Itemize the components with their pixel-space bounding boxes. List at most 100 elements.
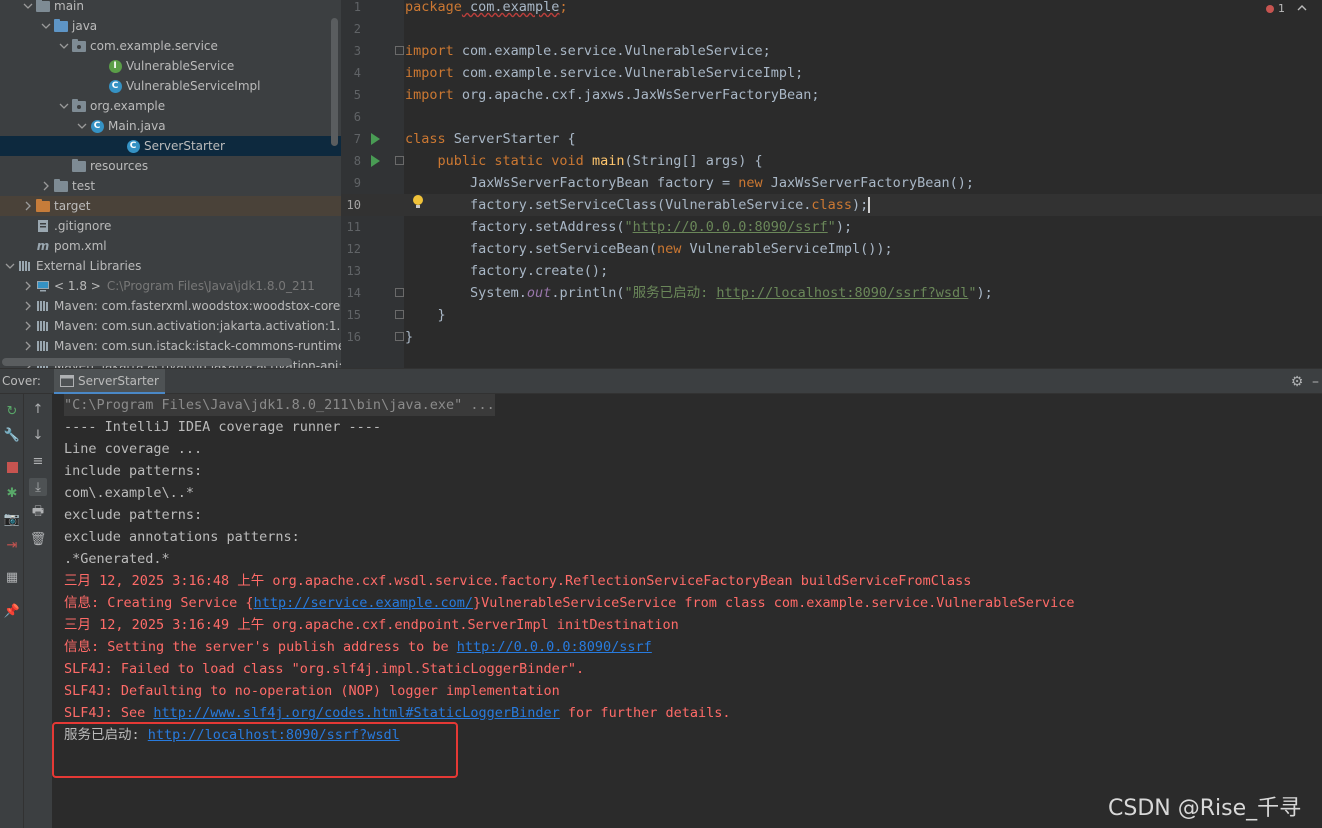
chevron-right-icon[interactable] [20, 341, 36, 351]
chevron-right-icon[interactable] [38, 181, 54, 191]
chevron-down-icon[interactable] [2, 262, 18, 270]
keyword: import [405, 65, 454, 81]
tree-item[interactable]: main [0, 0, 341, 16]
wrench-icon[interactable]: 🔧 [3, 426, 21, 444]
line-number: 12 [346, 242, 361, 256]
package-icon [72, 38, 86, 53]
tree-item[interactable]: resources [0, 156, 341, 176]
chevron-down-icon[interactable] [56, 42, 72, 50]
fold-end-icon[interactable] [395, 288, 404, 297]
fold-class-end-icon[interactable] [395, 332, 404, 341]
arrow-down-icon[interactable]: ↓ [29, 426, 47, 444]
chevron-right-icon[interactable] [20, 201, 36, 211]
keyword: import [405, 87, 454, 103]
line-number: 6 [353, 110, 361, 124]
gear-icon[interactable]: ⚙ [1288, 373, 1306, 391]
chevron-down-icon[interactable] [20, 2, 36, 10]
arrow-up-icon[interactable]: ↑ [29, 400, 47, 418]
stop-icon[interactable] [3, 458, 21, 476]
package-icon [72, 98, 86, 113]
tree-item-label: java [72, 19, 98, 33]
code-text: .println( [551, 285, 625, 301]
chevron-right-icon[interactable] [20, 301, 36, 311]
chevron-right-icon[interactable] [20, 321, 36, 331]
chevron-down-icon[interactable] [56, 102, 72, 110]
trash-icon[interactable]: 🗑 [29, 530, 47, 548]
string-url[interactable]: http://0.0.0.0:8090/ssrf [633, 219, 828, 235]
code-text: JaxWsServerFactoryBean(); [762, 175, 974, 191]
scroll-to-end-icon[interactable]: ⤓ [29, 478, 47, 496]
rerun-icon[interactable]: ↻ [3, 402, 21, 420]
tree-item-label: Maven: com.sun.activation:jakarta.activa… [54, 319, 341, 333]
project-vertical-scrollbar[interactable] [331, 18, 338, 146]
minimize-icon[interactable]: – [1312, 373, 1322, 391]
console-command-line[interactable]: "C:\Program Files\Java\jdk1.8.0_211\bin\… [64, 394, 495, 416]
tree-item[interactable]: org.example [0, 96, 341, 116]
keyword: class [811, 197, 853, 213]
tree-item[interactable]: test [0, 176, 341, 196]
fold-method-icon[interactable] [395, 156, 404, 165]
tree-item-label: test [72, 179, 96, 193]
tree-item[interactable]: target [0, 196, 341, 216]
tree-item-label: VulnerableServiceImpl [126, 79, 261, 93]
project-tool-window: main java com.example.service I VulnerableSe… [0, 0, 341, 368]
code-text: factory.setServiceBean( [405, 241, 657, 257]
run-class-icon[interactable] [371, 133, 380, 145]
console-link[interactable]: http://0.0.0.0:8090/ssrf [457, 639, 652, 655]
chevron-down-icon[interactable] [38, 22, 54, 30]
tree-item[interactable]: C ServerStarter [0, 136, 341, 156]
tree-item[interactable]: com.example.service [0, 36, 341, 56]
code-text: VulnerableServiceImpl()); [681, 241, 893, 257]
tab-serverstarter[interactable]: ServerStarter [54, 369, 165, 395]
method-name: main [591, 153, 625, 169]
console-line: ---- IntelliJ IDEA coverage runner ---- [64, 419, 381, 435]
method-params: (String[] args) { [624, 153, 763, 169]
line-number: 14 [346, 286, 361, 300]
tree-item[interactable]: < 1.8 > C:\Program Files\Java\jdk1.8.0_21… [0, 276, 341, 296]
print-icon[interactable]: 🖶 [29, 504, 47, 522]
pin-icon[interactable]: 📌 [3, 602, 21, 620]
tree-item[interactable]: Maven: com.sun.istack:istack-commons-run… [0, 336, 341, 356]
layout-icon[interactable]: ▦ [3, 568, 21, 586]
tree-item[interactable]: m pom.xml [0, 236, 341, 256]
console-line: exclude patterns: [64, 507, 203, 523]
code-line-7: class ServerStarter { [405, 128, 576, 150]
console-link[interactable]: http://service.example.com/ [254, 595, 473, 611]
error-badge[interactable]: 1 [1266, 2, 1307, 15]
code-text: JaxWsServerFactoryBean factory = [405, 175, 739, 191]
debug-icon[interactable]: ✱ [3, 484, 21, 502]
soft-wrap-icon[interactable]: ≡ [29, 452, 47, 470]
tree-item[interactable]: Maven: com.fasterxml.woodstox:woodstox-c… [0, 296, 341, 316]
console-line-log: SLF4J: See http://www.slf4j.org/codes.ht… [64, 702, 730, 724]
tree-item[interactable]: I VulnerableService [0, 56, 341, 76]
tree-item-label: Maven: com.sun.istack:istack-commons-run… [54, 339, 341, 353]
tree-item[interactable]: C Main.java [0, 116, 341, 136]
tree-item[interactable]: .gitignore [0, 216, 341, 236]
string-url[interactable]: http://localhost:8090/ssrf?wsdl [716, 285, 968, 301]
tree-item-label: resources [90, 159, 149, 173]
console-line-log: 信息: Setting the server's publish address… [64, 636, 652, 658]
fold-method-end-icon[interactable] [395, 310, 404, 319]
tree-item[interactable]: java [0, 16, 341, 36]
tree-item-label: VulnerableService [126, 59, 235, 73]
camera-icon[interactable]: 📷 [3, 510, 21, 528]
chevron-down-icon[interactable] [74, 122, 90, 130]
project-horizontal-scrollbar[interactable] [2, 358, 292, 366]
code-text: ); [976, 285, 993, 301]
chevron-right-icon[interactable] [20, 281, 36, 291]
exit-icon[interactable]: ⇥ [3, 536, 21, 554]
tree-item[interactable]: C VulnerableServiceImpl [0, 76, 341, 96]
keyword: class [405, 131, 446, 147]
tree-item[interactable]: Maven: com.sun.activation:jakarta.activa… [0, 316, 341, 336]
console-line: com\.example\..* [64, 485, 195, 501]
console-link[interactable]: http://www.slf4j.org/codes.html#StaticLo… [153, 705, 559, 721]
run-main-icon[interactable] [371, 155, 380, 167]
cover-label: Cover: [2, 374, 41, 388]
code-line-4: import com.example.service.VulnerableSer… [405, 62, 803, 84]
line-number: 1 [353, 0, 361, 14]
fold-imports-icon[interactable] [395, 46, 404, 55]
tree-item[interactable]: External Libraries [0, 256, 341, 276]
chevron-up-icon[interactable] [1297, 2, 1307, 15]
code-line-5: import org.apache.cxf.jaxws.JaxWsServerF… [405, 84, 820, 106]
import-path: org.apache.cxf.jaxws.JaxWsServerFactoryB… [453, 87, 820, 103]
